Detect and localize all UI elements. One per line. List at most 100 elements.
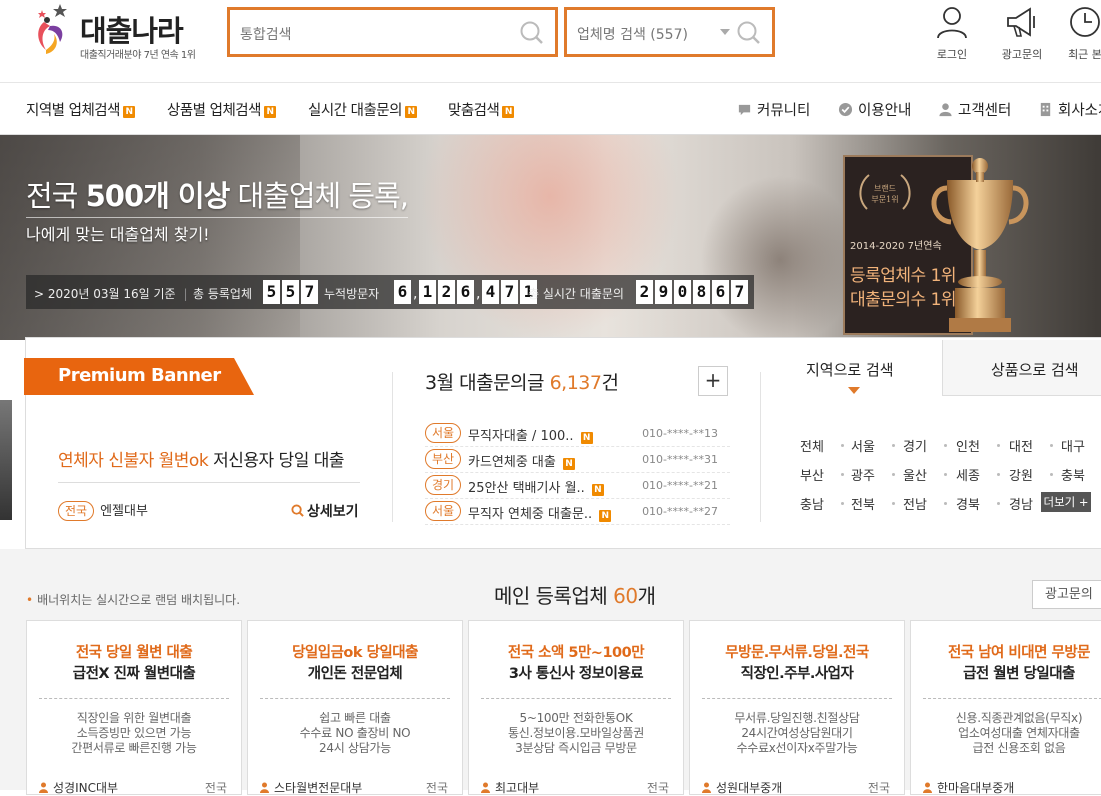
region-badge: 서울 <box>425 423 462 443</box>
inquiry-phone: 010-****-**31 <box>642 453 718 466</box>
tab-product-search[interactable]: 상품으로 검색 <box>942 340 1101 396</box>
new-badge: N <box>405 106 417 118</box>
tab-region-label: 지역으로 검색 <box>806 361 894 379</box>
divider <box>481 698 671 699</box>
recent-view-button[interactable]: 최근 본 <box>1060 4 1101 66</box>
dropdown-arrow-icon[interactable] <box>720 29 730 35</box>
tab-region-search[interactable]: 지역으로 검색 <box>762 340 942 396</box>
premium-banner-title[interactable]: 연체자 신불자 월변ok 저신용자 당일 대출 <box>58 446 345 471</box>
inquiry-row[interactable]: 서울 무직자 연체중 대출문.. N 010-****-**27 <box>425 499 730 525</box>
header: 대출나라 대출직거래분야 7년 연속 1위 통합검색 업체명 검색 (557) … <box>0 0 1101 83</box>
region-link[interactable]: 충북 <box>1061 465 1085 484</box>
card-headline: 전국 남여 비대면 무방문 <box>947 645 1091 661</box>
logo[interactable]: 대출나라 대출직거래분야 7년 연속 1위 <box>30 2 220 66</box>
inquiry-row[interactable]: 부산 카드연체중 대출 N 010-****-**31 <box>425 447 730 473</box>
nav-realtime-inquiry[interactable]: 실시간 대출문의 N <box>308 99 417 120</box>
stat-inquiries-label: 총 실시간 대출문의 <box>528 287 624 301</box>
stats-date: > 2020년 03월 16일 기준 | <box>34 287 188 301</box>
user-icon <box>937 7 967 39</box>
inquiry-phone: 010-****-**13 <box>642 427 718 440</box>
login-label: 로그인 <box>936 48 968 61</box>
nav-product-search[interactable]: 상품별 업체검색 N <box>167 99 276 120</box>
card-description: 신용.직종관계없음(무직x) 업소여성대출 연체자대출 급전 신용조회 없음 <box>955 711 1083 755</box>
inquiry-phone: 010-****-**21 <box>642 479 718 492</box>
region-link[interactable]: 세종 <box>956 465 980 484</box>
card-headline: 전국 소액 5만~100만 <box>507 645 645 661</box>
nav-about-label: 회사소개 <box>1058 103 1101 119</box>
region-link[interactable]: 인천 <box>956 436 980 455</box>
detail-view-link[interactable]: 상세보기 <box>291 501 359 521</box>
region-link[interactable]: 광주 <box>851 465 875 484</box>
region-link[interactable]: 울산 <box>903 465 927 484</box>
card-description: 쉽고 빠른 대출 수수료 NO 출장비 NO 24시 상담가능 <box>299 711 411 755</box>
inquiry-row[interactable]: 경기 25안산 택배기사 월.. N 010-****-**21 <box>425 473 730 499</box>
card-headline: 무방문.무서류.당일.전국 <box>725 645 869 661</box>
inquiry-more-button[interactable]: + <box>698 366 728 396</box>
person-icon <box>260 782 269 793</box>
separator-dot <box>997 473 1000 476</box>
card-subheadline: 3사 통신사 정보이용료 <box>508 666 644 682</box>
company-card[interactable]: 전국 소액 5만~100만 3사 통신사 정보이용료 5~100만 전화한통OK… <box>468 620 684 795</box>
separator-dot <box>841 502 844 505</box>
region-link[interactable]: 부산 <box>800 465 824 484</box>
nav-community[interactable]: 커뮤니티 <box>737 99 810 120</box>
login-button[interactable]: 로그인 <box>920 4 984 66</box>
random-placement-notice: • 배너위치는 실시간으로 랜덤 배치됩니다. <box>26 593 241 607</box>
stat-visitors-label: 누적방문자 <box>324 287 380 301</box>
region-badge: 서울 <box>425 501 462 521</box>
region-link[interactable]: 경남 <box>1009 494 1033 513</box>
building-icon <box>1040 102 1051 117</box>
company-search-input[interactable]: 업체명 검색 (557) <box>577 24 688 44</box>
nav-custom-search[interactable]: 맞춤검색 N <box>448 99 515 120</box>
inquiry-title: 3월 대출문의글 6,137건 <box>425 372 619 394</box>
divider <box>702 698 892 699</box>
ad-inquiry-button[interactable]: 광고문의 <box>990 4 1054 66</box>
separator-dot <box>944 502 947 505</box>
company-search-box[interactable]: 업체명 검색 (557) <box>564 7 775 57</box>
premium-banner-label: Premium Banner <box>24 358 254 395</box>
region-link[interactable]: 경기 <box>903 436 927 455</box>
region-link[interactable]: 대전 <box>1009 436 1033 455</box>
region-link[interactable]: 전남 <box>903 494 927 513</box>
region-more-button[interactable]: 더보기 + <box>1041 492 1091 512</box>
company-search-icon[interactable] <box>736 20 762 46</box>
company-card[interactable]: 전국 당일 월변 대출 급전X 진짜 월변대출 직장인을 위한 월변대출 소득증빙… <box>26 620 242 795</box>
nav-about[interactable]: 회사소개 <box>1038 99 1101 120</box>
megaphone-icon <box>1007 7 1035 37</box>
region-link[interactable]: 경북 <box>956 494 980 513</box>
person-icon <box>39 782 48 793</box>
premium-banner-text: Premium Banner <box>58 365 221 386</box>
card-company: 성경INC대부 <box>39 779 118 796</box>
nav-label: 지역별 업체검색 <box>26 103 121 119</box>
card-subheadline: 개인돈 전문업체 <box>307 666 403 682</box>
nav-region-search[interactable]: 지역별 업체검색 N <box>26 99 135 120</box>
region-link[interactable]: 서울 <box>851 436 875 455</box>
card-region: 전국 <box>867 781 890 795</box>
divider <box>58 482 360 483</box>
region-link[interactable]: 전체 <box>800 436 824 455</box>
search-icon[interactable] <box>519 20 545 46</box>
separator-dot <box>841 473 844 476</box>
active-tab-arrow-icon <box>848 387 860 394</box>
region-link[interactable]: 강원 <box>1009 465 1033 484</box>
check-circle-icon <box>838 102 853 117</box>
stat-inquiries-value: 290867 <box>636 280 748 304</box>
search-input[interactable]: 통합검색 <box>240 24 292 44</box>
laurel-seal-icon: 브랜드 부문1위 <box>859 174 911 210</box>
separator-dot <box>841 444 844 447</box>
card-description: 무서류.당일진행.친절상담 24시간여성상담원대기 수수료x선이자x주말가능 <box>734 711 860 755</box>
company-card[interactable]: 당일입금ok 당일대출 개인돈 전문업체 쉽고 빠른 대출 수수료 NO 출장비 … <box>247 620 463 795</box>
region-link[interactable]: 대구 <box>1061 436 1085 455</box>
search-box[interactable]: 통합검색 <box>227 7 558 57</box>
nav-guide[interactable]: 이용안내 <box>838 99 911 120</box>
region-link[interactable]: 전북 <box>851 494 875 513</box>
separator-dot <box>997 444 1000 447</box>
logo-text: 대출나라 <box>80 14 184 48</box>
nav-support[interactable]: 고객센터 <box>938 99 1011 120</box>
company-card[interactable]: 전국 남여 비대면 무방문 급전 월변 당일대출 신용.직종관계없음(무직x) 업… <box>910 620 1101 795</box>
company-card[interactable]: 무방문.무서류.당일.전국 직장인.주부.사업자 무서류.당일진행.친절상담 24… <box>689 620 905 795</box>
inquiry-row[interactable]: 서울 무직자대출 / 100.. N 010-****-**13 <box>425 421 730 447</box>
ad-inquiry-link[interactable]: 광고문의 <box>1032 580 1101 609</box>
region-link[interactable]: 충남 <box>800 494 824 513</box>
main-companies-title: 메인 등록업체 60개 <box>494 584 656 608</box>
